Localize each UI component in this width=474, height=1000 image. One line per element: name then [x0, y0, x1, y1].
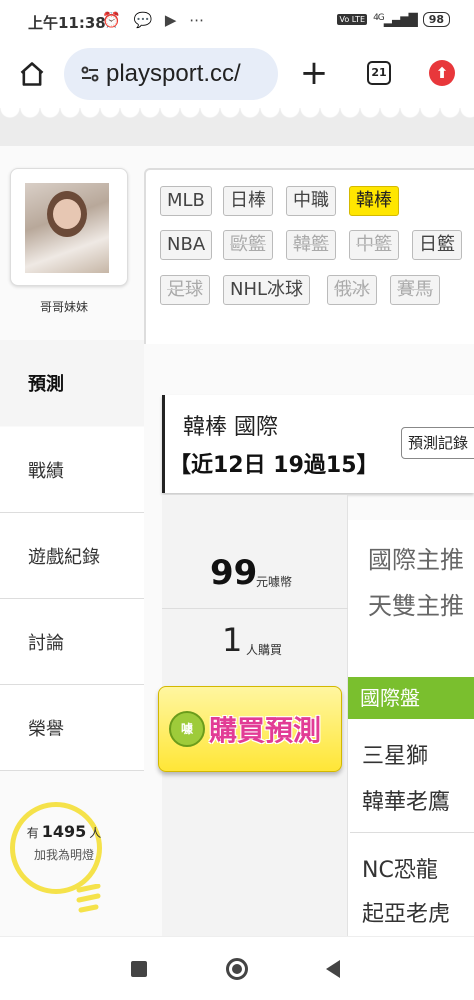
- league-chip-horse-racing: 賽馬: [390, 275, 440, 305]
- game-pick-line-2: 天雙主推: [368, 592, 464, 620]
- sidebar-item-predictions[interactable]: 預測: [0, 340, 144, 426]
- sidebar-item-record[interactable]: 戰績: [0, 427, 144, 513]
- arrow-up-icon: ⬆: [435, 64, 449, 82]
- sidebar-item-label: 戰績: [28, 460, 64, 482]
- market-header: 國際盤: [348, 677, 474, 719]
- browser-toolbar: playsport.cc/ + 21 ⬆: [0, 42, 474, 108]
- lightbulb-base-icon: [76, 884, 101, 913]
- buyer-unit: 人購買: [246, 643, 283, 657]
- follower-count: 1495: [41, 822, 87, 841]
- sidebar-item-honors[interactable]: 榮譽: [0, 685, 144, 771]
- avatar[interactable]: [25, 183, 109, 273]
- prediction-header: 韓棒 國際 【近12日 19過15】 預測記錄: [162, 395, 474, 493]
- sidebar-item-label: 預測: [28, 374, 64, 395]
- recent-apps-button[interactable]: [131, 961, 147, 977]
- team-name: 三星獅: [362, 744, 429, 769]
- divider: [350, 832, 474, 833]
- prediction-title: 韓棒 國際: [183, 415, 278, 440]
- system-nav-bar: [0, 936, 474, 1000]
- league-chip-japan-basketball[interactable]: 日籃: [412, 230, 462, 260]
- sidebar-item-label: 討論: [28, 632, 64, 654]
- sidebar-item-label: 榮譽: [28, 718, 64, 740]
- signal-icon: 4G▂▄▆█: [373, 12, 418, 27]
- price-value: 99: [210, 553, 258, 593]
- home-icon: [20, 62, 44, 86]
- league-chip-mlb[interactable]: MLB: [160, 186, 212, 216]
- url-text[interactable]: playsport.cc/: [106, 60, 241, 88]
- back-button[interactable]: [326, 960, 340, 978]
- league-chip-npb[interactable]: 日棒: [223, 186, 273, 216]
- game-pick-line-1: 國際主推: [368, 546, 464, 574]
- notification-icons: ⏰ 💬 ▶ ⋯: [102, 11, 209, 29]
- prediction-record: 【近12日 19過15】: [169, 453, 379, 478]
- follower-suffix: 人: [89, 826, 102, 840]
- volte-icon: Vo LTE: [337, 14, 368, 25]
- status-time: 上午11:38: [28, 14, 106, 32]
- league-chip-euro-basketball: 歐籃: [223, 230, 273, 260]
- league-chip-korea-basketball: 韓籃: [286, 230, 336, 260]
- team-name: NC恐龍: [362, 858, 438, 883]
- sidebar-item-label: 遊戲紀錄: [28, 546, 100, 568]
- status-bar: 上午11:38 ⏰ 💬 ▶ ⋯ Vo LTE 4G▂▄▆█ 98: [0, 0, 474, 42]
- team-name: 起亞老虎: [362, 902, 451, 927]
- follow-lightbulb-button[interactable]: 有 1495 人 加我為明燈: [10, 802, 130, 922]
- decorative-strip: [0, 108, 474, 146]
- username[interactable]: 哥哥妹妹: [0, 298, 128, 315]
- league-chip-soccer: 足球: [160, 275, 210, 305]
- profile-card[interactable]: [10, 168, 128, 286]
- tab-switcher-button[interactable]: 21: [367, 61, 391, 85]
- sidebar-item-discussion[interactable]: 討論: [0, 599, 144, 685]
- league-chip-khl: 俄冰: [327, 275, 377, 305]
- league-chip-china-basketball: 中籃: [349, 230, 399, 260]
- sidebar-item-game-history[interactable]: 遊戲紀錄: [0, 513, 144, 599]
- league-chip-cpbl[interactable]: 中職: [286, 186, 336, 216]
- update-button[interactable]: ⬆: [429, 60, 455, 86]
- divider: [162, 608, 348, 609]
- buyer-count: 1: [222, 621, 243, 659]
- follower-prefix: 有: [26, 826, 39, 840]
- follow-label[interactable]: 加我為明燈: [16, 846, 112, 863]
- site-settings-icon[interactable]: [78, 62, 102, 86]
- plus-icon: +: [299, 53, 329, 93]
- address-bar[interactable]: playsport.cc/: [64, 48, 278, 100]
- battery-icon: 98: [422, 12, 450, 27]
- follower-count-line: 有 1495 人: [16, 822, 112, 841]
- new-tab-button[interactable]: +: [296, 56, 332, 92]
- team-name: 韓華老鷹: [362, 790, 451, 815]
- prediction-record-button[interactable]: 預測記錄: [401, 427, 474, 459]
- home-button[interactable]: [14, 56, 50, 92]
- buy-prediction-button[interactable]: 噱 購買預測: [158, 686, 342, 772]
- home-nav-button[interactable]: [226, 958, 248, 980]
- league-chip-kbo[interactable]: 韓棒: [349, 186, 399, 216]
- coin-icon: 噱: [169, 711, 205, 747]
- buy-prediction-label: 購買預測: [209, 714, 322, 747]
- league-chip-nhl[interactable]: NHL冰球: [223, 275, 311, 305]
- price-unit: 元噱幣: [256, 575, 293, 589]
- league-chip-nba[interactable]: NBA: [160, 230, 213, 260]
- status-right: Vo LTE 4G▂▄▆█ 98: [337, 12, 450, 27]
